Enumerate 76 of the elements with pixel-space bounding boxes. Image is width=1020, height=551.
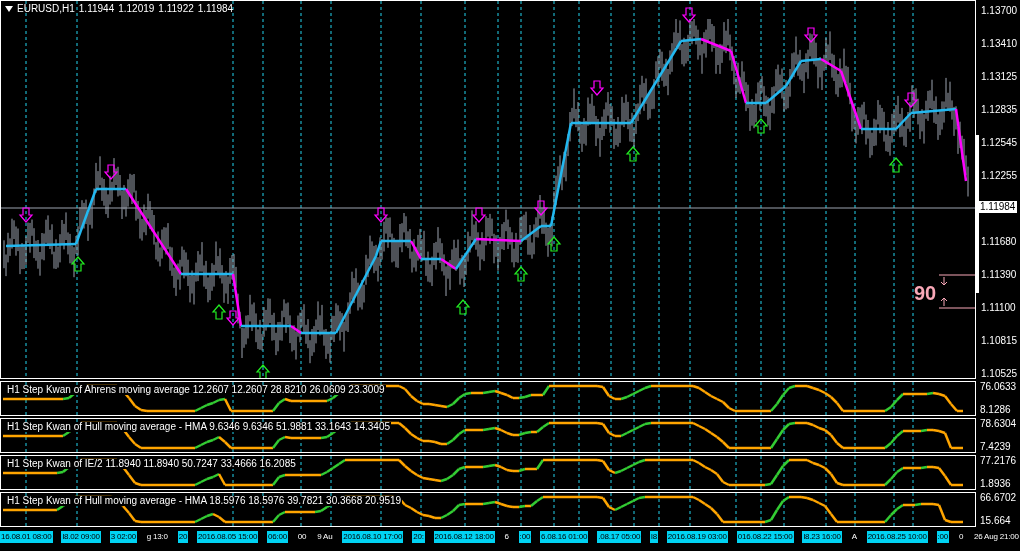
axis-min-label: 15.664 xyxy=(980,516,1012,526)
ohlc-value: 1.11984 xyxy=(197,4,234,14)
indicator-title: H1 Step Kwan of Hull moving average - HMA 18.5976 18.5976 39.7821 30.3668 20.9519 xyxy=(6,496,403,506)
time-label: 2016.08.19 03:00 xyxy=(666,531,728,543)
down-arrow-icon xyxy=(589,80,605,96)
axis-max-label: 77.2176 xyxy=(980,456,1018,466)
time-label: 06:00 xyxy=(267,531,288,543)
time-label: 016.08.22 15:00 xyxy=(736,531,794,543)
dropdown-icon[interactable] xyxy=(5,6,13,12)
time-label: .08.17 05:00 xyxy=(597,531,642,543)
down-arrow-icon xyxy=(225,310,241,326)
ruler-drawing xyxy=(938,274,975,309)
indicator-title: H1 Step Kwan of IE/2 11.8940 11.8940 50.7247 33.4666 16.2085 xyxy=(6,459,297,469)
time-label: l8.23 16:00 xyxy=(802,531,842,543)
time-label: 0 xyxy=(957,531,965,543)
time-label: 9 Au xyxy=(316,531,334,543)
time-label: 3 02:00 xyxy=(109,531,137,543)
time-label: :00 xyxy=(518,531,532,543)
up-arrow-icon xyxy=(70,256,86,272)
price-label: 1.11390 xyxy=(981,270,1017,280)
price-label: 1.12545 xyxy=(981,138,1018,148)
time-label: l8.02 09:00 xyxy=(61,531,101,543)
time-label: l8 xyxy=(650,531,658,543)
indicator-title: H1 Step Kwan of Ahrens moving average 12.2607 12.2607 28.8210 26.0609 23.3009 xyxy=(6,385,386,395)
time-label: 2016.08.12 18:00 xyxy=(433,531,495,543)
price-label: 1.10525 xyxy=(981,369,1018,379)
axis-min-label: 8.1286 xyxy=(980,405,1012,415)
time-label: 2016.08.25 10:00 xyxy=(866,531,928,543)
time-label: g 13:0 xyxy=(145,531,169,543)
axis-max-label: 66.6702 xyxy=(980,493,1018,503)
price-label: 1.13410 xyxy=(981,39,1018,49)
up-arrow-icon xyxy=(625,146,641,162)
ohlc-value: 1.11922 xyxy=(158,4,194,14)
up-arrow-icon xyxy=(753,118,769,134)
price-label: 1.10815 xyxy=(981,336,1018,346)
time-label: 6.08.16 01:00 xyxy=(540,531,589,543)
down-arrow-icon xyxy=(681,7,697,23)
current-price-label: 1.11984 xyxy=(978,201,1018,213)
down-arrow-icon xyxy=(373,207,389,223)
time-label: 16.08.01 08:00 xyxy=(0,531,53,543)
down-arrow-icon xyxy=(803,27,819,43)
price-label: 1.13700 xyxy=(981,6,1018,16)
price-label: 1.12835 xyxy=(981,105,1018,115)
ohlc-value: 1.12019 xyxy=(118,4,155,14)
axis-max-label: 78.6304 xyxy=(980,419,1018,429)
price-label: 1.11680 xyxy=(981,237,1017,247)
symbol-label: EURUSD,H1 xyxy=(17,4,75,14)
price-label: 1.11100 xyxy=(981,303,1016,313)
up-arrow-icon xyxy=(546,236,562,252)
up-arrow-icon xyxy=(211,304,227,320)
time-label: 2016.08.10 17:00 xyxy=(342,531,404,543)
time-label: 00 xyxy=(296,531,308,543)
axis-min-label: 7.4239 xyxy=(980,442,1012,452)
down-arrow-icon xyxy=(471,207,487,223)
up-arrow-icon xyxy=(888,157,904,173)
time-label: 26 Aug 21:00 xyxy=(973,531,1020,543)
time-label: A xyxy=(850,531,858,543)
time-label: 6 xyxy=(503,531,510,543)
price-label: 1.12255 xyxy=(981,171,1018,181)
ohlc-value: 1.11944 xyxy=(78,4,115,14)
indicator-title: H1 Step Kwan of Hull moving average - HMA 9.6346 9.6346 51.9881 33.1643 14.3405 xyxy=(6,422,392,432)
down-arrow-icon xyxy=(903,92,919,108)
axis-max-label: 76.0633 xyxy=(980,382,1018,392)
time-label: :00 xyxy=(936,531,950,543)
up-arrow-icon xyxy=(255,364,271,378)
down-arrow-icon xyxy=(103,164,119,180)
axis-min-label: 1.8936 xyxy=(980,479,1012,489)
ruler-value: 90 xyxy=(914,283,937,303)
down-arrow-icon xyxy=(533,200,549,216)
time-label: 20: xyxy=(412,531,425,543)
price-label: 1.13125 xyxy=(981,72,1018,82)
up-arrow-icon xyxy=(513,266,529,282)
time-label: 20 xyxy=(177,531,189,543)
time-label: 2016.08.05 15:00 xyxy=(197,531,259,543)
up-arrow-icon xyxy=(455,299,471,315)
down-arrow-icon xyxy=(18,207,34,223)
